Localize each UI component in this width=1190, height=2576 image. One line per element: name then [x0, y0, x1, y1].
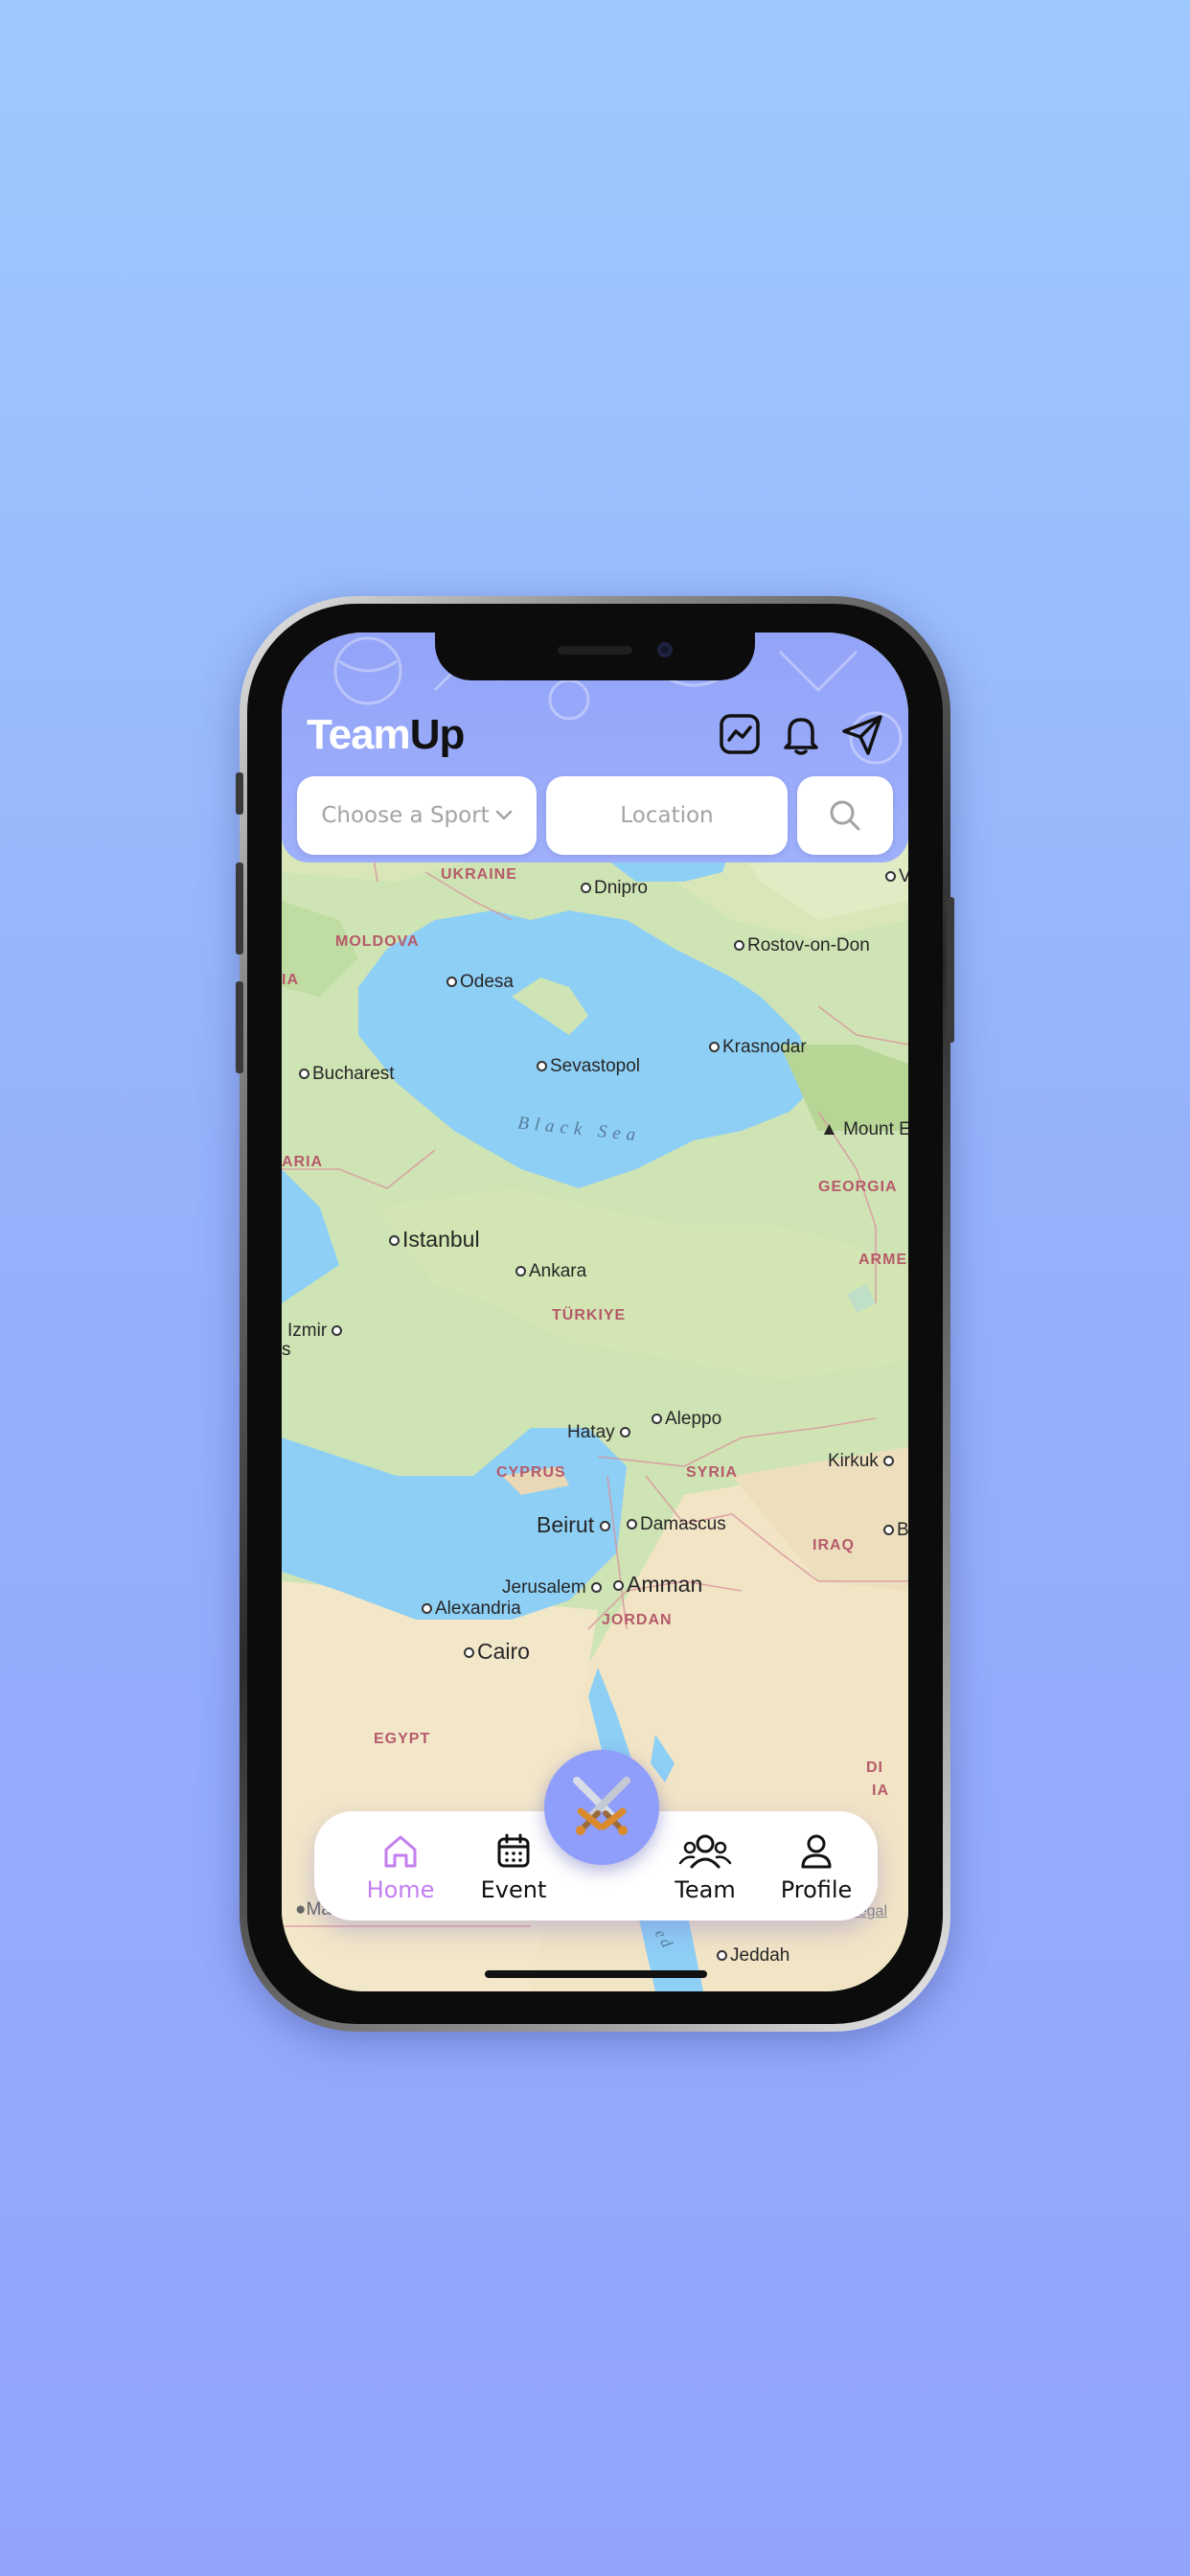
map-country-egypt: EGYPT	[374, 1731, 431, 1747]
nav-profile[interactable]: Profile	[768, 1830, 864, 1903]
challenge-fab-button[interactable]	[544, 1750, 659, 1865]
nav-event-label: Event	[480, 1876, 547, 1903]
nav-event[interactable]: Event	[466, 1830, 561, 1903]
map-country-syria: SYRIA	[686, 1464, 738, 1481]
send-icon[interactable]	[839, 711, 885, 757]
map-city-dnipro: Dnipro	[581, 878, 648, 899]
location-input[interactable]: Location	[546, 776, 788, 855]
map-city-s: s	[282, 1340, 291, 1360]
search-button[interactable]	[797, 776, 893, 855]
mute-switch	[236, 772, 243, 815]
map-city-kirkuk: Kirkuk	[828, 1451, 897, 1472]
nav-team[interactable]: Team	[657, 1830, 753, 1903]
nav-team-label: Team	[675, 1876, 736, 1903]
map-city-ba: Ba	[883, 1520, 908, 1541]
map-city-bucharest: Bucharest	[299, 1064, 395, 1085]
phone-screen: UKRAINE Dnipro V MOLDOVA Rostov-on-Don I…	[282, 632, 908, 1991]
map-city-jeddah: Jeddah	[717, 1945, 790, 1966]
map-city-rostov: Rostov-on-Don	[734, 935, 870, 956]
chart-icon[interactable]	[717, 711, 763, 757]
volume-down-button	[236, 981, 243, 1073]
calendar-icon	[497, 1833, 530, 1868]
apple-logo-icon: ●	[295, 1899, 307, 1920]
home-indicator	[485, 1970, 707, 1978]
map-country-ukraine: UKRAINE	[441, 866, 517, 883]
map-country-iraq: IRAQ	[812, 1537, 855, 1553]
nav-profile-label: Profile	[780, 1876, 853, 1903]
map-city-damascus: Damascus	[627, 1514, 726, 1535]
map-country-armen: ARMEN	[858, 1252, 908, 1268]
map-city-cairo: Cairo	[464, 1639, 530, 1665]
map-city-istanbul: Istanbul	[389, 1227, 480, 1253]
bell-icon[interactable]	[778, 711, 824, 757]
team-icon	[678, 1834, 732, 1869]
map-country-aria: ARIA	[282, 1154, 324, 1170]
chevron-down-icon	[495, 810, 512, 820]
map-city-sevastopol: Sevastopol	[537, 1056, 640, 1077]
map-country-georgia: GEORGIA	[818, 1179, 898, 1195]
map-city-v: V	[885, 866, 908, 887]
map-city-alexandria: Alexandria	[422, 1598, 521, 1620]
map-country-di: DI	[866, 1760, 883, 1776]
map-city-ankara: Ankara	[515, 1261, 586, 1282]
crossed-swords-icon	[573, 1777, 630, 1835]
nav-home[interactable]: Home	[353, 1830, 448, 1903]
map-city-odesa: Odesa	[446, 972, 514, 993]
map-city-beirut: Beirut	[537, 1512, 613, 1538]
nav-home-label: Home	[366, 1876, 435, 1903]
map-country-cyprus: CYPRUS	[496, 1464, 566, 1481]
map-country-ia-2: IA	[872, 1782, 889, 1799]
power-button	[947, 897, 954, 1043]
map-peak-mount: ▲ Mount Elb	[820, 1119, 908, 1139]
map-country-turkiye: TÜRKIYE	[552, 1307, 627, 1323]
map-country-ia: IA	[282, 972, 299, 988]
search-icon	[830, 800, 860, 831]
map-city-hatay: Hatay	[567, 1422, 633, 1443]
sport-select[interactable]: Choose a Sport	[297, 776, 537, 855]
home-icon	[384, 1835, 417, 1868]
device-notch	[435, 632, 755, 680]
map-country-jordan: JORDAN	[602, 1612, 673, 1628]
volume-up-button	[236, 862, 243, 954]
profile-icon	[801, 1834, 832, 1869]
map-city-jerusalem: Jerusalem	[502, 1577, 605, 1598]
app-logo: TeamUp	[307, 711, 465, 758]
map-city-amman: Amman	[613, 1572, 702, 1598]
map-city-izmir: Izmir	[287, 1321, 345, 1342]
map-country-moldova: MOLDOVA	[335, 933, 420, 950]
map-city-aleppo: Aleppo	[652, 1409, 721, 1430]
map-city-krasnodar: Krasnodar	[709, 1037, 807, 1058]
